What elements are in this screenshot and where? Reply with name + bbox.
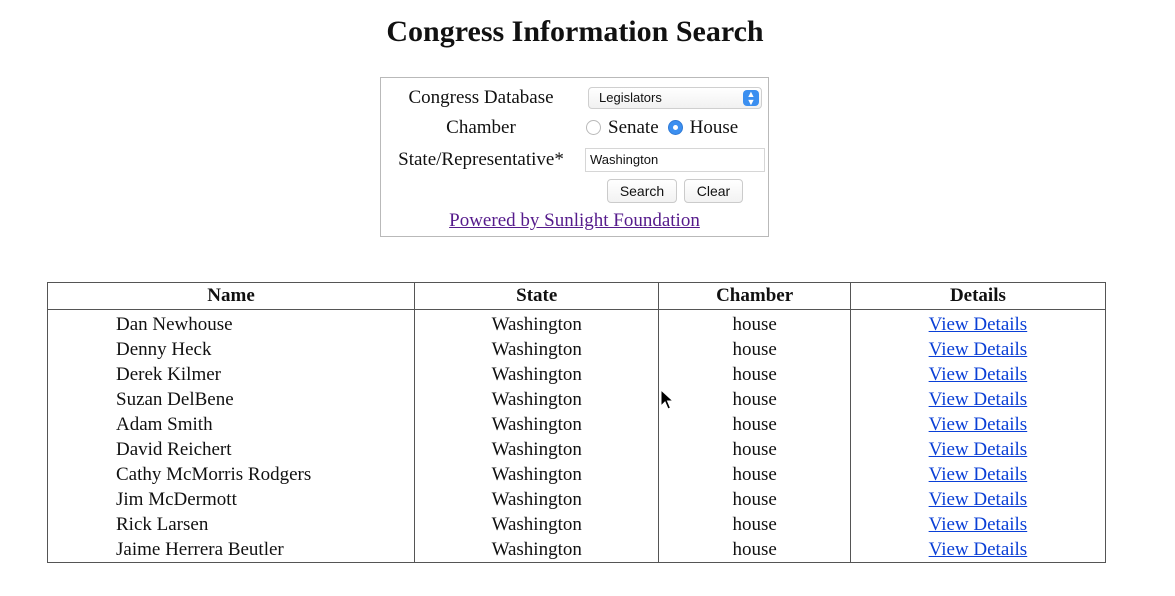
header-state: State (414, 282, 660, 310)
house-radio[interactable] (667, 120, 683, 135)
chamber-row: Chamber Senate House (381, 113, 768, 141)
database-row: Congress Database Legislators ▲ ▼ (381, 83, 768, 111)
table-row: Rick Larsen Washington house View Detail… (46, 512, 1107, 537)
details-cell: View Details (849, 462, 1107, 487)
name-cell: Derek Kilmer (46, 362, 416, 387)
search-form: Congress Database Legislators ▲ ▼ Chamber… (380, 77, 769, 237)
updown-chevron-icon: ▲ ▼ (743, 90, 759, 107)
view-details-link[interactable]: View Details (929, 364, 1028, 385)
search-button[interactable]: Search (607, 179, 677, 203)
powered-by-link[interactable]: Powered by Sunlight Foundation (381, 209, 768, 233)
senate-radio-label[interactable]: Senate (608, 117, 659, 138)
name-cell: Cathy McMorris Rodgers (46, 462, 416, 487)
chamber-cell: house (658, 462, 851, 487)
table-row: Adam Smith Washington house View Details (46, 412, 1107, 437)
chamber-cell: house (658, 437, 851, 462)
table-row: Jaime Herrera Beutler Washington house V… (46, 537, 1107, 563)
keyword-input[interactable]: Washington (585, 148, 765, 172)
details-cell: View Details (849, 437, 1107, 462)
table-row: Jim McDermott Washington house View Deta… (46, 487, 1107, 512)
header-name: Name (46, 282, 416, 310)
state-cell: Washington (414, 412, 660, 437)
chamber-cell: house (658, 512, 851, 537)
keyword-row: State/Representative* Washington (381, 145, 768, 173)
state-cell: Washington (414, 462, 660, 487)
table-row: David Reichert Washington house View Det… (46, 437, 1107, 462)
view-details-link[interactable]: View Details (929, 514, 1028, 535)
details-cell: View Details (849, 512, 1107, 537)
chamber-cell: house (658, 387, 851, 412)
view-details-link[interactable]: View Details (929, 539, 1028, 560)
database-select-value: Legislators (599, 90, 662, 105)
header-details: Details (849, 282, 1107, 310)
name-cell: Denny Heck (46, 337, 416, 362)
name-cell: Jaime Herrera Beutler (46, 537, 416, 563)
table-row: Derek Kilmer Washington house View Detai… (46, 362, 1107, 387)
name-cell: Suzan DelBene (46, 387, 416, 412)
details-cell: View Details (849, 537, 1107, 563)
state-cell: Washington (414, 537, 660, 563)
header-chamber: Chamber (658, 282, 851, 310)
chamber-radio-group: Senate House (586, 116, 738, 140)
details-cell: View Details (849, 487, 1107, 512)
state-cell: Washington (414, 362, 660, 387)
table-row: Cathy McMorris Rodgers Washington house … (46, 462, 1107, 487)
details-cell: View Details (849, 309, 1107, 337)
view-details-link[interactable]: View Details (929, 389, 1028, 410)
details-cell: View Details (849, 337, 1107, 362)
view-details-link[interactable]: View Details (929, 489, 1028, 510)
chamber-cell: house (658, 337, 851, 362)
table-row: Dan Newhouse Washington house View Detai… (46, 309, 1107, 337)
view-details-link[interactable]: View Details (929, 339, 1028, 360)
view-details-link[interactable]: View Details (929, 414, 1028, 435)
results-table: Name State Chamber Details Dan Newhouse … (46, 282, 1107, 563)
view-details-link[interactable]: View Details (929, 314, 1028, 335)
chamber-cell: house (658, 362, 851, 387)
state-cell: Washington (414, 309, 660, 337)
database-label: Congress Database (408, 87, 554, 108)
table-header-row: Name State Chamber Details (46, 282, 1107, 310)
house-radio-label[interactable]: House (690, 117, 739, 138)
chamber-label: Chamber (446, 117, 516, 138)
name-cell: Dan Newhouse (46, 309, 416, 337)
details-cell: View Details (849, 362, 1107, 387)
name-cell: Rick Larsen (46, 512, 416, 537)
mouse-pointer-icon (660, 389, 674, 410)
table-row: Suzan DelBene Washington house View Deta… (46, 387, 1107, 412)
state-cell: Washington (414, 487, 660, 512)
state-cell: Washington (414, 437, 660, 462)
page-title: Congress Information Search (386, 15, 764, 48)
chamber-cell: house (658, 412, 851, 437)
chamber-cell: house (658, 309, 851, 337)
name-cell: Jim McDermott (46, 487, 416, 512)
database-select[interactable]: Legislators ▲ ▼ (588, 87, 762, 109)
name-cell: Adam Smith (46, 412, 416, 437)
state-cell: Washington (414, 387, 660, 412)
state-cell: Washington (414, 512, 660, 537)
name-cell: David Reichert (46, 437, 416, 462)
senate-radio[interactable] (586, 120, 601, 135)
table-row: Denny Heck Washington house View Details (46, 337, 1107, 362)
chamber-cell: house (658, 487, 851, 512)
details-cell: View Details (849, 412, 1107, 437)
view-details-link[interactable]: View Details (929, 464, 1028, 485)
chamber-cell: house (658, 537, 851, 563)
view-details-link[interactable]: View Details (929, 439, 1028, 460)
clear-button[interactable]: Clear (684, 179, 743, 203)
keyword-label: State/Representative* (398, 149, 564, 170)
state-cell: Washington (414, 337, 660, 362)
details-cell: View Details (849, 387, 1107, 412)
